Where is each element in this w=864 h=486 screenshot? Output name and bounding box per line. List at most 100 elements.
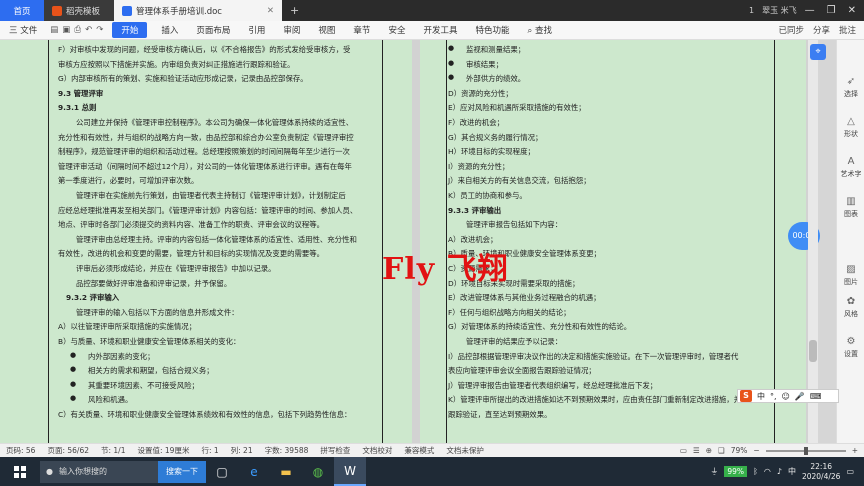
view-mode-icon[interactable]: ▭ — [680, 446, 687, 455]
close-window-button[interactable]: ✕ — [848, 5, 856, 16]
new-tab-button[interactable]: + — [282, 4, 307, 17]
volume-icon[interactable]: ♪ — [777, 467, 782, 476]
ribbon-menu: 三 文件 ▤ ▣ ⎙ ↶ ↷ 开始 插入 页面布局 引用 审阅 视图 章节 安全… — [0, 21, 864, 40]
right-page-line: F）任何与组织战略方向相关的结论； — [448, 307, 571, 317]
document-page-left[interactable]: F）对审核中发现的问题，经受审核方确认后，以《不合格报告》的形式发给受审核方，受… — [0, 40, 412, 443]
ribbon-tab-4[interactable]: 视图 — [309, 24, 344, 36]
wordart-icon: A — [847, 156, 855, 167]
sidebar-settings[interactable]: ⚙ 设置 — [837, 336, 864, 359]
margin-line-right-2 — [774, 40, 775, 443]
punct-icon[interactable]: °, — [770, 392, 777, 401]
ribbon-tab-6[interactable]: 安全 — [379, 24, 414, 36]
right-page-line: G）其合规义务的履行情况； — [448, 132, 543, 142]
spell-check-toggle[interactable]: 拼写检查 — [314, 445, 356, 456]
explorer-icon[interactable]: ▬ — [270, 457, 302, 486]
minimize-button[interactable]: — — [805, 5, 815, 16]
bluetooth-icon[interactable]: ᛒ — [753, 467, 758, 476]
document-page-right[interactable]: 监视和测量结果； 审核结果； 外部供方的绩效。 D）资源的充分性； E）应对风险和机遇所… — [420, 40, 806, 443]
outline-view-icon[interactable]: ☰ — [693, 446, 700, 455]
zoom-in-icon[interactable]: + — [852, 446, 858, 455]
tab-home[interactable]: 首页 — [0, 0, 44, 21]
ribbon-tab-8[interactable]: 特色功能 — [466, 24, 518, 36]
plug-icon[interactable]: ⏚ — [710, 466, 718, 477]
read-mode-icon[interactable]: ❑ — [718, 446, 725, 455]
sidebar-select[interactable]: ➶ 选择 — [837, 76, 864, 99]
redo-icon[interactable]: ↷ — [96, 25, 103, 35]
right-page-line: 跟踪验证，直至达到预期效果。 — [448, 410, 552, 419]
sidebar-chart[interactable]: ▥ 图表 — [837, 196, 864, 219]
window-count-badge: 1 — [749, 6, 755, 15]
status-col: 列: 21 — [230, 446, 253, 455]
sync-status[interactable]: 已同步 — [778, 24, 804, 36]
ribbon-tab-5[interactable]: 章节 — [344, 24, 379, 36]
sidebar-image[interactable]: ▨ 图片 — [837, 264, 864, 287]
zoom-value[interactable]: 79% — [731, 446, 748, 455]
annotate-button[interactable]: 批注 — [839, 24, 856, 36]
zoom-out-icon[interactable]: − — [753, 446, 759, 455]
zoom-slider[interactable] — [765, 446, 846, 455]
ime-toolbar[interactable]: S 中 °, ☺ 🎤 ⌨ — [737, 389, 839, 403]
ime-mode[interactable]: 中 — [757, 391, 765, 402]
clock[interactable]: 22:16 2020/4/26 — [802, 462, 840, 482]
file-menu[interactable]: 三 文件 — [0, 24, 46, 36]
taskbar-search-button[interactable]: 搜索一下 — [158, 460, 206, 483]
status-bar: 页码: 56 页面: 56/62 节: 1/1 设置值: 19厘米 行: 1 列… — [0, 443, 864, 457]
left-page-line: B）与质量、环境和职业健康安全管理体系相关的变化： — [58, 337, 241, 346]
ribbon-tab-2[interactable]: 引用 — [239, 24, 274, 36]
battery-indicator[interactable]: 99% — [724, 466, 748, 477]
user-name[interactable]: 翠玉 米飞 — [762, 5, 797, 16]
undo-icon[interactable]: ↶ — [85, 25, 92, 35]
zoom-slider-knob[interactable] — [803, 446, 808, 455]
status-words[interactable]: 字数: 39588 — [259, 445, 315, 456]
close-tab-icon[interactable]: ✕ — [267, 6, 274, 16]
sidebar-style[interactable]: ✿ 风格 — [837, 296, 864, 319]
wps-writer-icon[interactable]: W — [334, 457, 366, 486]
taskbar-search-input[interactable]: 输入你想搜的 — [59, 466, 107, 477]
taskbar-search[interactable]: ● 输入你想搜的 搜索一下 — [40, 460, 206, 483]
location-icon[interactable]: ⌖ — [810, 44, 826, 60]
open-icon[interactable]: ▤ — [50, 25, 58, 35]
tab-document[interactable]: 管理体系手册培训.doc ✕ — [114, 0, 282, 21]
restore-button[interactable]: ❐ — [827, 5, 836, 16]
status-page[interactable]: 页码: 56 — [0, 445, 41, 456]
share-button[interactable]: 分享 — [813, 24, 830, 36]
ribbon-tab-3[interactable]: 审阅 — [274, 24, 309, 36]
scrollbar-thumb[interactable] — [809, 340, 817, 362]
watermark-logo: Fly 飞翔 — [382, 252, 509, 287]
edge-icon[interactable]: e — [238, 457, 270, 486]
tray-ime[interactable]: 中 — [788, 466, 796, 477]
sidebar-shape[interactable]: △ 形状 — [837, 116, 864, 139]
right-page-line: 管理评审报告包括如下内容： — [466, 220, 563, 230]
ribbon-tab-1[interactable]: 页面布局 — [187, 24, 239, 36]
left-page-line: 管理评审活动（间隔时间不超过12个月），对公司的一体化管理体系进行评审。遇有在每… — [58, 161, 352, 171]
left-page-line: 内外部因素的变化； — [70, 351, 154, 362]
task-view-icon[interactable]: ▢ — [206, 457, 238, 486]
tab-start[interactable]: 开始 — [112, 22, 148, 38]
mic-icon[interactable]: 🎤 — [795, 392, 805, 401]
vertical-scrollbar[interactable] — [808, 40, 818, 443]
style-icon: ✿ — [846, 296, 856, 307]
wifi-icon[interactable]: ◠ — [764, 467, 771, 476]
protect-status[interactable]: 文档未保护 — [440, 445, 490, 456]
print-icon[interactable]: ⎙ — [74, 25, 81, 35]
status-section: 节: 1/1 — [101, 446, 126, 455]
keyboard-icon[interactable]: ⌨ — [810, 392, 822, 401]
sidebar-wordart[interactable]: A 艺术字 — [837, 156, 864, 179]
search-command[interactable]: ⌕ 查找 — [518, 24, 560, 36]
left-page-line: C）有关质量、环境和职业健康安全管理体系绩效和有效性的信息，包括下列趋势性信息： — [58, 410, 352, 419]
notification-icon[interactable]: ▭ — [846, 467, 854, 476]
sidebar-style-label: 风格 — [844, 310, 858, 318]
emoji-icon[interactable]: ☺ — [782, 392, 790, 401]
tab-template[interactable]: 稻壳模板 — [44, 0, 114, 21]
ribbon-tab-0[interactable]: 插入 — [152, 24, 187, 36]
save-icon[interactable]: ▣ — [62, 25, 70, 35]
chart-icon: ▥ — [846, 196, 856, 207]
left-page-line: 评审后必须形成结论，并应在《管理评审报告》中加以记录。 — [76, 264, 276, 273]
start-button[interactable] — [0, 465, 40, 478]
web-view-icon[interactable]: ⊕ — [706, 446, 712, 455]
ribbon-tab-7[interactable]: 开发工具 — [414, 24, 466, 36]
360-browser-icon[interactable]: ◍ — [302, 457, 334, 486]
cursor-icon: ➶ — [846, 76, 856, 87]
doc-check-toggle[interactable]: 文档校对 — [356, 445, 398, 456]
clock-time: 22:16 — [810, 461, 833, 471]
